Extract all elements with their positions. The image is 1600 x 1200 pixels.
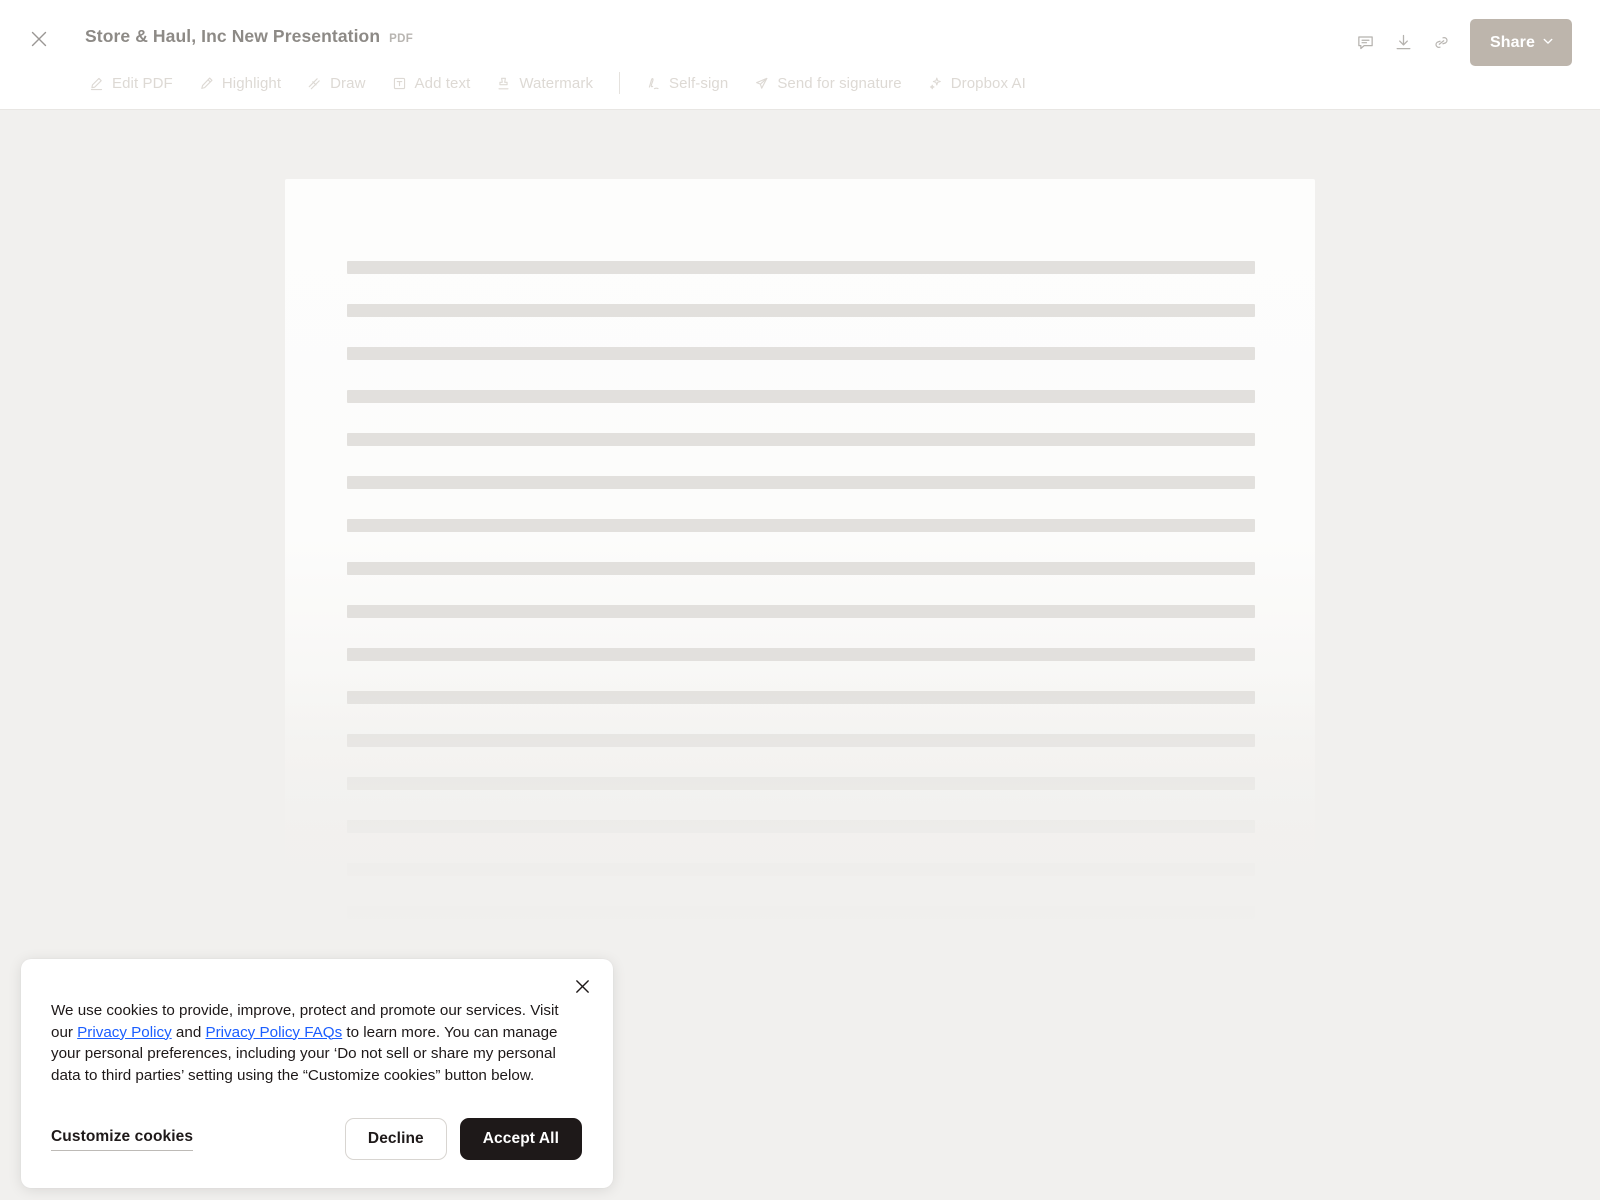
app-header: Store & Haul, Inc New Presentation PDF S…: [0, 0, 1600, 110]
skeleton-line: [347, 562, 1255, 575]
page-title: Store & Haul, Inc New Presentation: [85, 26, 381, 46]
close-icon: [574, 978, 591, 995]
chevron-down-icon: [1542, 34, 1554, 52]
accept-all-cookies-button[interactable]: Accept All: [459, 1118, 582, 1160]
privacy-policy-faqs-link[interactable]: Privacy Policy FAQs: [205, 1024, 342, 1041]
skeleton-line: [347, 304, 1255, 317]
file-type-badge: PDF: [389, 33, 414, 45]
scribble-icon: [307, 76, 322, 91]
cookie-banner-actions: Customize cookies Decline Accept All: [51, 1118, 583, 1160]
document-loading-skeleton: [347, 261, 1255, 949]
skeleton-line: [347, 863, 1255, 876]
text-box-icon: [392, 76, 407, 91]
download-icon: [1394, 33, 1413, 52]
highlighter-icon: [199, 76, 214, 91]
cookie-text-part-2: and: [171, 1023, 206, 1041]
comment-button[interactable]: [1346, 24, 1384, 62]
skeleton-line: [347, 347, 1255, 360]
tool-label: Watermark: [519, 74, 594, 92]
decline-cookies-button[interactable]: Decline: [344, 1118, 447, 1160]
customize-cookies-link[interactable]: Customize cookies: [51, 1128, 194, 1151]
skeleton-line: [347, 906, 1255, 919]
skeleton-line: [347, 648, 1255, 661]
tool-draw[interactable]: Draw: [294, 69, 378, 98]
privacy-policy-link[interactable]: Privacy Policy: [77, 1024, 172, 1041]
cookie-consent-banner: We use cookies to provide, improve, prot…: [21, 959, 613, 1188]
document-title-group: Store & Haul, Inc New Presentation PDF: [85, 26, 413, 47]
tool-label: Draw: [330, 74, 366, 92]
tool-dropbox-ai[interactable]: Dropbox AI: [915, 69, 1039, 98]
skeleton-line: [347, 476, 1255, 489]
tool-self-sign[interactable]: Self-sign: [633, 69, 741, 98]
header-top-row: Store & Haul, Inc New Presentation PDF S…: [0, 0, 1600, 68]
skeleton-line: [347, 820, 1255, 833]
signature-icon: [646, 76, 661, 91]
tool-send-for-signature[interactable]: Send for signature: [741, 69, 914, 98]
tool-add-text[interactable]: Add text: [379, 69, 484, 98]
skeleton-line: [347, 605, 1255, 618]
tool-label: Dropbox AI: [950, 74, 1026, 92]
skeleton-line: [347, 261, 1255, 274]
cookie-banner-body: We use cookies to provide, improve, prot…: [51, 1000, 583, 1086]
copy-link-button[interactable]: [1422, 24, 1460, 62]
pdf-viewer-app: Store & Haul, Inc New Presentation PDF S…: [0, 0, 1600, 1200]
share-button[interactable]: Share: [1470, 19, 1572, 66]
tool-label: Send for signature: [777, 74, 902, 92]
tool-label: Highlight: [221, 74, 282, 92]
tool-watermark[interactable]: Watermark: [483, 69, 606, 98]
skeleton-line: [347, 734, 1255, 747]
download-button[interactable]: [1384, 24, 1422, 62]
header-actions: Share: [1346, 19, 1572, 66]
pencil-icon: [89, 76, 104, 91]
tool-edit-pdf[interactable]: Edit PDF: [76, 69, 186, 98]
skeleton-line: [347, 777, 1255, 790]
cookie-banner-close-button[interactable]: [568, 972, 596, 1000]
toolbar-divider: [619, 72, 621, 94]
comment-icon: [1356, 33, 1375, 52]
pdf-tools-toolbar: Edit PDF Highlight Draw Add text Waterma…: [0, 62, 1600, 104]
cookie-banner-buttons: Decline Accept All: [344, 1118, 583, 1160]
tool-label: Self-sign: [669, 74, 729, 92]
skeleton-line: [347, 691, 1255, 704]
close-document-button[interactable]: [25, 25, 53, 53]
skeleton-line: [347, 433, 1255, 446]
document-page: [285, 179, 1315, 969]
share-button-label: Share: [1490, 33, 1535, 51]
sparkle-icon: [928, 76, 943, 91]
close-icon: [30, 30, 48, 48]
tool-label: Edit PDF: [112, 74, 173, 92]
tool-highlight[interactable]: Highlight: [186, 69, 294, 98]
stamp-icon: [496, 76, 511, 91]
skeleton-line: [347, 390, 1255, 403]
paper-plane-icon: [754, 76, 769, 91]
skeleton-line: [347, 519, 1255, 532]
link-icon: [1432, 33, 1451, 52]
tool-label: Add text: [414, 74, 471, 92]
